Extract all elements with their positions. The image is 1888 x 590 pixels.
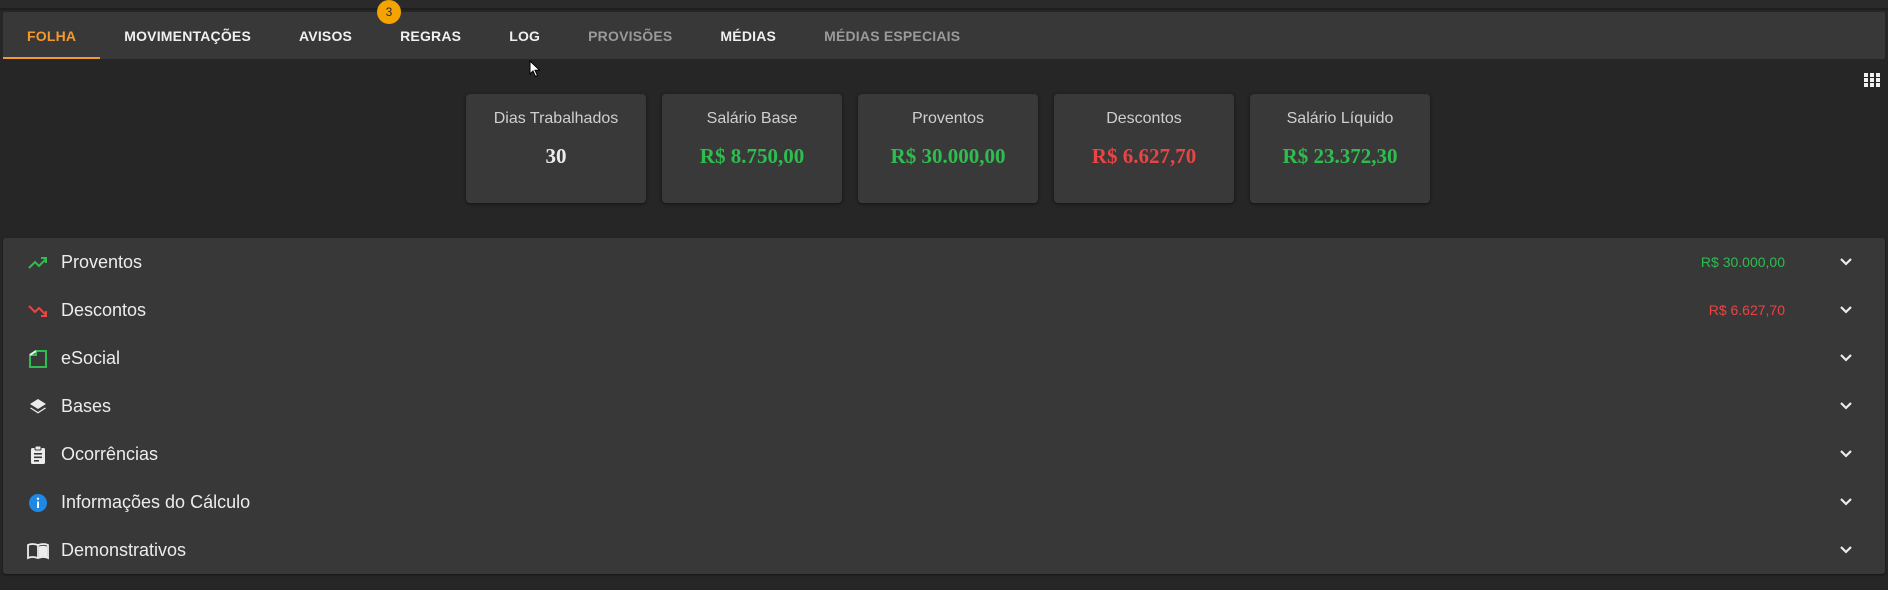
section-descontos[interactable]: Descontos R$ 6.627,70: [3, 286, 1885, 334]
chevron-down-icon[interactable]: [1839, 495, 1853, 509]
chevron-down-icon[interactable]: [1839, 399, 1853, 413]
section-bases[interactable]: Bases: [3, 382, 1885, 430]
mouse-cursor-icon: [529, 60, 541, 78]
chevron-down-icon[interactable]: [1839, 255, 1853, 269]
section-ocorrencias[interactable]: Ocorrências: [3, 430, 1885, 478]
card-dias-trabalhados: Dias Trabalhados 30: [466, 94, 646, 203]
card-label: Descontos: [1106, 110, 1182, 127]
chevron-down-icon[interactable]: [1839, 543, 1853, 557]
section-title: Proventos: [61, 251, 143, 272]
card-label: Proventos: [911, 110, 985, 127]
trending-up-icon: [27, 252, 49, 274]
tab-label: MÉDIAS: [720, 27, 777, 44]
section-proventos[interactable]: Proventos R$ 30.000,00: [3, 238, 1885, 286]
tab-log[interactable]: LOG: [485, 12, 564, 59]
card-value: R$ 30.000,00: [890, 144, 1006, 168]
info-icon: [27, 492, 49, 514]
card-label: Dias Trabalhados: [493, 110, 619, 127]
trending-down-icon: [27, 300, 49, 322]
tab-label: FOLHA: [27, 27, 77, 44]
card-value: R$ 23.372,30: [1282, 144, 1398, 168]
tab-regras[interactable]: REGRAS: [376, 12, 485, 59]
tab-label: MOVIMENTAÇÕES: [124, 27, 252, 44]
layers-icon: [27, 396, 49, 418]
chevron-down-icon[interactable]: [1839, 303, 1853, 317]
tab-label: PROVISÕES: [588, 27, 673, 44]
card-salario-base: Salário Base R$ 8.750,00: [662, 94, 842, 203]
tab-medias-especiais[interactable]: MÉDIAS ESPECIAIS: [800, 12, 984, 59]
tab-provisoes[interactable]: PROVISÕES: [564, 12, 696, 59]
grid-view-icon[interactable]: [1864, 72, 1880, 88]
chevron-down-icon[interactable]: [1839, 447, 1853, 461]
section-informacoes-calculo[interactable]: Informações do Cálculo: [3, 478, 1885, 526]
card-value: R$ 8.750,00: [699, 144, 805, 168]
card-label: Salário Líquido: [1286, 110, 1394, 127]
section-title: Bases: [61, 395, 112, 416]
esocial-icon: [27, 348, 49, 370]
tab-movimentacoes[interactable]: MOVIMENTAÇÕES: [100, 12, 275, 59]
tab-medias[interactable]: MÉDIAS: [696, 12, 800, 59]
tab-bar: FOLHA MOVIMENTAÇÕES AVISOS 3 REGRAS LOG P…: [3, 0, 1885, 59]
tab-avisos[interactable]: AVISOS 3: [275, 0, 402, 59]
section-demonstrativos[interactable]: Demonstrativos: [3, 526, 1885, 574]
card-label: Salário Base: [706, 110, 798, 127]
card-proventos: Proventos R$ 30.000,00: [858, 94, 1038, 203]
section-total: R$ 6.627,70: [1708, 302, 1785, 318]
tab-label: AVISOS: [299, 27, 353, 44]
chevron-down-icon[interactable]: [1839, 351, 1853, 365]
book-icon: [27, 540, 49, 562]
section-title: Informações do Cálculo: [61, 491, 251, 512]
tab-label: MÉDIAS ESPECIAIS: [824, 27, 961, 44]
card-value: R$ 6.627,70: [1091, 144, 1197, 168]
section-esocial[interactable]: eSocial: [3, 334, 1885, 382]
card-value: 30: [545, 144, 567, 168]
tab-label: LOG: [509, 27, 541, 44]
summary-cards: Dias Trabalhados 30 Salário Base R$ 8.75…: [466, 94, 1430, 203]
tab-label: REGRAS: [400, 27, 462, 44]
sections-accordion: Proventos R$ 30.000,00 Descontos R$ 6.62…: [3, 238, 1885, 574]
clipboard-icon: [27, 444, 49, 466]
section-title: eSocial: [61, 347, 121, 368]
card-salario-liquido: Salário Líquido R$ 23.372,30: [1250, 94, 1430, 203]
card-descontos: Descontos R$ 6.627,70: [1054, 94, 1234, 203]
section-title: Ocorrências: [61, 443, 159, 464]
section-title: Descontos: [61, 299, 147, 320]
top-strip: [0, 0, 1888, 10]
section-title: Demonstrativos: [61, 539, 187, 560]
tab-folha[interactable]: FOLHA: [3, 12, 101, 59]
section-total: R$ 30.000,00: [1700, 254, 1785, 270]
